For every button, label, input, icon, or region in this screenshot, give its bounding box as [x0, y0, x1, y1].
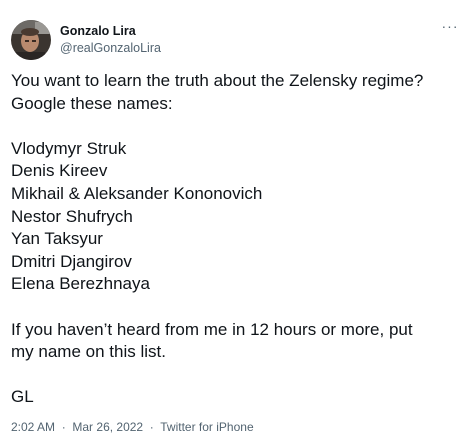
name-list-item: Dmitri Djangirov: [11, 251, 132, 271]
tweet-source[interactable]: Twitter for iPhone: [160, 420, 253, 434]
tweet-intro-line: Google these names:: [11, 93, 173, 113]
tweet-header: Gonzalo Lira @realGonzaloLira ···: [11, 19, 464, 60]
avatar-image: [11, 20, 51, 60]
author-info: Gonzalo Lira @realGonzaloLira: [60, 23, 161, 56]
tweet-closing-line: If you haven’t heard from me in 12 hours…: [11, 319, 413, 339]
tweet-timestamp-time[interactable]: 2:02 AM: [11, 420, 55, 434]
name-list-item: Denis Kireev: [11, 161, 108, 181]
more-horizontal-icon[interactable]: ···: [440, 19, 460, 37]
name-list-item: Yan Taksyur: [11, 229, 103, 249]
author-display-name[interactable]: Gonzalo Lira: [60, 23, 161, 39]
tweet-meta: 2:02 AM · Mar 26, 2022 · Twitter for iPh…: [11, 420, 254, 434]
name-list-item: Vlodymyr Struk: [11, 138, 127, 158]
name-list-item: Elena Berezhnaya: [11, 274, 150, 294]
meta-separator: ·: [58, 420, 70, 434]
meta-separator: ·: [146, 420, 158, 434]
name-list-item: Nestor Shufrych: [11, 206, 133, 226]
tweet-intro-line: You want to learn the truth about the Ze…: [11, 71, 424, 90]
name-list-item: Mikhail & Aleksander Kononovich: [11, 183, 263, 203]
tweet-timestamp-date[interactable]: Mar 26, 2022: [72, 420, 143, 434]
tweet-text: You want to learn the truth about the Ze…: [11, 70, 466, 409]
author-handle[interactable]: @realGonzaloLira: [60, 40, 161, 56]
tweet-signoff: GL: [11, 387, 34, 407]
avatar[interactable]: [11, 20, 51, 60]
tweet-closing-line: my name on this list.: [11, 342, 166, 362]
tweet-card: Gonzalo Lira @realGonzaloLira ··· You wa…: [0, 0, 475, 444]
